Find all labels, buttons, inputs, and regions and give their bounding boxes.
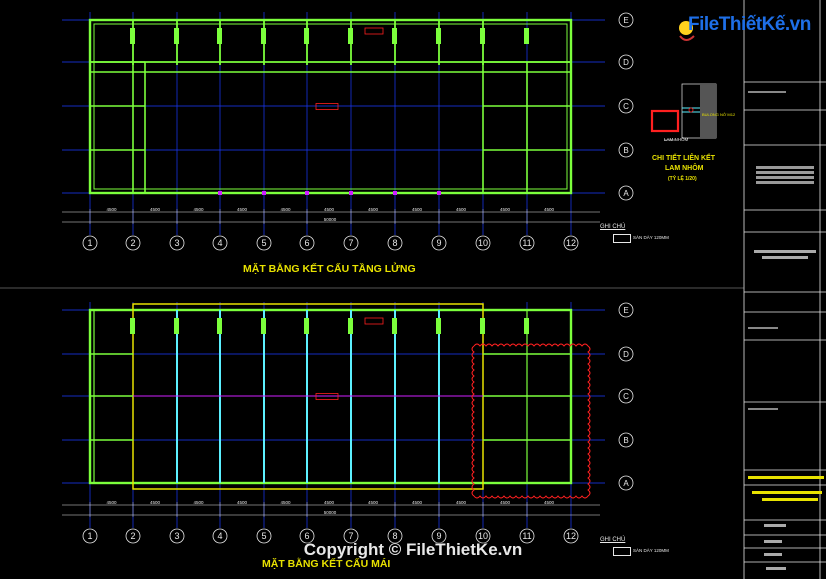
dimension-text: 4500 [412, 500, 423, 505]
detail-note: (TỶ LỆ 1/20) [668, 176, 697, 182]
dimension-text: 4500 [150, 207, 161, 212]
detail-label-lam: LAM NHÔM [664, 137, 689, 142]
dimension-text: 4500 [193, 207, 204, 212]
beam-label-tag [174, 28, 179, 44]
beam-label-tag [261, 28, 266, 44]
dimension-text: 4500 [368, 500, 379, 505]
legend-text-top: SÀN DÀY 120MM [633, 235, 669, 240]
dimension-text: 4500 [237, 207, 248, 212]
dimension-text: 4500 [544, 207, 555, 212]
grid-label-col: 1 [87, 238, 92, 248]
beam-label-tag [130, 318, 135, 334]
dimension-text: 4500 [106, 500, 117, 505]
grid-label-row: B [623, 146, 628, 155]
column-marker [437, 191, 441, 195]
grid-label-col: 7 [348, 238, 353, 248]
notes-label-top: GHI CHÚ [600, 224, 626, 230]
beam-label-tag [304, 28, 309, 44]
grid-label-row: E [623, 16, 628, 25]
beam-label-tag [217, 318, 222, 334]
grid-label-row: B [623, 436, 628, 445]
column-marker [349, 191, 353, 195]
beam-label-tag [348, 28, 353, 44]
legend-box-top [613, 234, 631, 243]
column-marker [218, 191, 222, 195]
dimension-total: 50000 [324, 217, 337, 222]
detail-title: CHI TIẾT LIÊN KẾT [652, 155, 715, 162]
beam-label-tag [304, 318, 309, 334]
dimension-text: 4500 [237, 500, 248, 505]
dimension-text: 4500 [456, 500, 467, 505]
grid-label-col: 5 [261, 238, 266, 248]
grid-label-col: 4 [217, 238, 222, 248]
dimension-total: 50000 [324, 510, 337, 515]
beam-label-tag [480, 318, 485, 334]
grid-label-row: A [623, 189, 629, 198]
dimension-text: 4500 [500, 500, 511, 505]
dimension-text: 4500 [150, 500, 161, 505]
beam-label-tag [392, 318, 397, 334]
dimension-text: 4500 [280, 500, 291, 505]
beam-label-tag [348, 318, 353, 334]
grid-label-row: D [623, 58, 629, 67]
dimension-text: 4500 [500, 207, 511, 212]
beam-label-tag [524, 318, 529, 334]
grid-label-col: 11 [522, 238, 531, 248]
dimension-text: 4500 [193, 500, 204, 505]
beam-label-tag [392, 28, 397, 44]
beam-label-tag [480, 28, 485, 44]
beam-label-tag [174, 318, 179, 334]
column-marker [393, 191, 397, 195]
cad-drawing-canvas[interactable]: 1 2 3 4 5 6 7 8 9 10 11 12EDCBA4500 4500 4500 4500 4500… [0, 0, 826, 579]
beam-label-tag [436, 318, 441, 334]
dimension-text: 4500 [412, 207, 423, 212]
dimension-text: 4500 [324, 207, 335, 212]
column-marker [305, 191, 309, 195]
dimension-text: 4500 [106, 207, 117, 212]
grid-label-col: 3 [174, 238, 179, 248]
beam-label-tag [261, 318, 266, 334]
beam-label-tag [217, 28, 222, 44]
column-marker [262, 191, 266, 195]
grid-label-row: D [623, 350, 629, 359]
beam-label-tag [524, 28, 529, 44]
detail-wall-hatch [700, 84, 716, 138]
grid-label-col: 12 [566, 238, 576, 248]
grid-label-col: 10 [478, 238, 488, 248]
detail-label-bolt: BULONG NỞ M12 [702, 112, 736, 117]
beam-label-tag [130, 28, 135, 44]
beam-label-tag [436, 28, 441, 44]
dimension-text: 4500 [280, 207, 291, 212]
grid-label-col: 2 [130, 238, 135, 248]
plan-title-mezzanine: MẶT BẰNG KẾT CẤU TẦNG LỬNG [243, 263, 416, 275]
dimension-text: 4500 [544, 500, 555, 505]
grid-label-row: A [623, 479, 629, 488]
grid-label-row: C [623, 102, 629, 111]
detail-subtitle: LAM NHÔM [665, 165, 704, 172]
copyright-watermark: Copyright © FileThietKe.vn [303, 540, 523, 559]
grid-label-col: 9 [436, 238, 441, 248]
brand-name: FileThiếtKế.vn [688, 14, 811, 35]
grid-label-row: E [623, 306, 628, 315]
dimension-text: 4500 [368, 207, 379, 212]
dimension-text: 4500 [324, 500, 335, 505]
grid-label-col: 6 [304, 238, 309, 248]
grid-label-col: 8 [392, 238, 397, 248]
dimension-text: 4500 [456, 207, 467, 212]
grid-label-row: C [623, 392, 629, 401]
